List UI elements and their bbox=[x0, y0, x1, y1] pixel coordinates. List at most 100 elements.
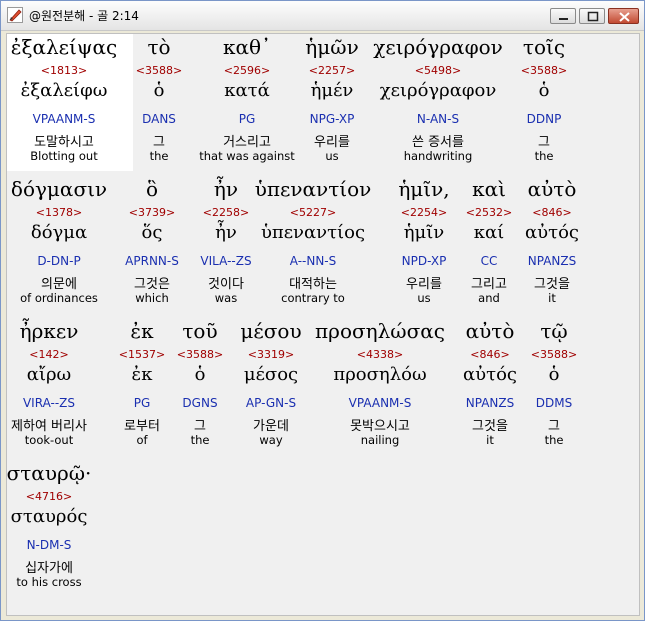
word-english: the bbox=[149, 149, 169, 163]
word-greek: αὐτὸ bbox=[527, 177, 577, 201]
word-english: the bbox=[544, 433, 564, 447]
word-lemma: ὁ bbox=[194, 364, 206, 385]
word-korean: 쓴 증서를 bbox=[412, 135, 464, 150]
word-parse: NPANZS bbox=[465, 396, 515, 410]
maximize-icon bbox=[587, 11, 599, 22]
word-english: of bbox=[136, 433, 148, 447]
word-parse: D-DN-P bbox=[37, 254, 81, 268]
word-korean: 그것을 bbox=[534, 277, 570, 292]
word-parse: N-DM-S bbox=[26, 538, 72, 552]
word-strong: <3588> bbox=[520, 64, 568, 77]
word-english: it bbox=[548, 291, 556, 305]
word-english: of ordinances bbox=[20, 291, 98, 305]
word-strong: <1813> bbox=[40, 64, 88, 77]
word-parse: DGNS bbox=[182, 396, 218, 410]
word-english: it bbox=[486, 433, 494, 447]
word-strong: <846> bbox=[532, 206, 572, 219]
word-strong: <3739> bbox=[128, 206, 176, 219]
minimize-icon bbox=[559, 18, 568, 20]
word-parse: PG bbox=[133, 396, 151, 410]
word-parse: VIRA--ZS bbox=[22, 396, 76, 410]
word-lemma: ὑπεναντίος bbox=[260, 222, 366, 243]
word-lemma: ἡμέν bbox=[310, 80, 354, 101]
word-lemma: ὁ bbox=[153, 80, 165, 101]
word-greek: ὑπεναντίον bbox=[254, 177, 372, 201]
word-english: which bbox=[135, 291, 169, 305]
word-lemma: ἐκ bbox=[131, 364, 153, 385]
word-korean: 그것은 bbox=[134, 277, 170, 292]
word-lemma: αἴρω bbox=[26, 364, 72, 385]
word-lemma: χειρόγραφον bbox=[379, 80, 497, 101]
word-korean: 거스리고 bbox=[223, 135, 271, 150]
word-strong: <142> bbox=[29, 348, 69, 361]
word-english: took-out bbox=[24, 433, 74, 447]
word-greek: ἡμῶν bbox=[305, 35, 359, 59]
maximize-button[interactable] bbox=[579, 8, 605, 24]
word-greek: αὐτὸ bbox=[465, 319, 515, 343]
word-strong: <2258> bbox=[202, 206, 250, 219]
word-korean: 것이다 bbox=[208, 277, 244, 292]
word-strong: <3319> bbox=[247, 348, 295, 361]
word-greek: προσηλώσας bbox=[315, 319, 445, 343]
word-korean: 그것을 bbox=[472, 419, 508, 434]
word-lemma: κατά bbox=[224, 80, 270, 101]
word-korean: 제하여 버리사 bbox=[11, 419, 87, 434]
word-korean: 십자가에 bbox=[25, 561, 73, 576]
word-strong: <4338> bbox=[356, 348, 404, 361]
word-lemma: προσηλόω bbox=[333, 364, 427, 385]
word-korean: 그 bbox=[538, 135, 550, 150]
word-strong: <4716> bbox=[25, 490, 73, 503]
close-icon bbox=[619, 12, 630, 22]
word-parse: PG bbox=[238, 112, 256, 126]
word-greek: σταυρῷ· bbox=[6, 461, 92, 485]
word-strong: <2257> bbox=[308, 64, 356, 77]
word-korean: 그 bbox=[153, 135, 165, 150]
word-korean: 가운데 bbox=[253, 419, 289, 434]
word-parse: A--NN-S bbox=[289, 254, 337, 268]
word-korean: 의문에 bbox=[41, 277, 77, 292]
word-greek: ἦρκεν bbox=[19, 319, 79, 343]
word-greek: ἦν bbox=[213, 177, 239, 201]
word-english: contrary to bbox=[281, 291, 345, 305]
word-english: and bbox=[478, 291, 500, 305]
word-greek: μέσου bbox=[240, 319, 302, 343]
word-lemma: καί bbox=[473, 222, 505, 243]
word-lemma: ὅς bbox=[141, 222, 163, 243]
word-korean: 그 bbox=[194, 419, 206, 434]
word-korean: 우리를 bbox=[406, 277, 442, 292]
word-parse: CC bbox=[480, 254, 498, 268]
word-strong: <3588> bbox=[530, 348, 578, 361]
word-parse: DANS bbox=[142, 112, 176, 126]
word-parse: NPANZS bbox=[527, 254, 577, 268]
interlinear-panel[interactable]: ἐξαλείψας <1813> ἐξαλείφω VPAANM-S 도말하시고 Blot… bbox=[6, 33, 640, 616]
word-greek: ἐξαλείψας bbox=[10, 35, 118, 59]
word-korean: 못박으시고 bbox=[350, 419, 410, 434]
word-lemma: αὐτός bbox=[463, 364, 517, 385]
word-strong: <1537> bbox=[118, 348, 166, 361]
word-korean: 대적하는 bbox=[289, 277, 337, 292]
word-lemma: σταυρός bbox=[10, 506, 88, 527]
word-strong: <5498> bbox=[414, 64, 462, 77]
word-greek: τὸ bbox=[147, 35, 171, 59]
word-greek: καὶ bbox=[472, 177, 506, 201]
word-greek: τοῖς bbox=[522, 35, 566, 59]
word-strong: <846> bbox=[470, 348, 510, 361]
word-strong: <3588> bbox=[135, 64, 183, 77]
word-english: way bbox=[259, 433, 283, 447]
word-english: us bbox=[325, 149, 339, 163]
word-korean: 우리를 bbox=[314, 135, 350, 150]
word-greek: ἐκ bbox=[130, 319, 154, 343]
app-window: @원전분해 - 골 2:14 ἐξαλείψας <1813> ἐξαλείφω VP… bbox=[0, 0, 645, 621]
word-parse: NPD-XP bbox=[401, 254, 447, 268]
word-english: to his cross bbox=[16, 575, 82, 589]
word-korean: 그 bbox=[548, 419, 560, 434]
close-button[interactable] bbox=[608, 8, 639, 24]
word-english: the bbox=[534, 149, 554, 163]
word-greek: δόγμασιν bbox=[10, 177, 108, 201]
word-english: the bbox=[190, 433, 210, 447]
minimize-button[interactable] bbox=[550, 8, 576, 24]
word-strong: <2596> bbox=[223, 64, 271, 77]
title-bar[interactable]: @원전분해 - 골 2:14 bbox=[1, 1, 644, 31]
word-lemma: αὐτός bbox=[525, 222, 579, 243]
word-parse: VPAANM-S bbox=[348, 396, 412, 410]
